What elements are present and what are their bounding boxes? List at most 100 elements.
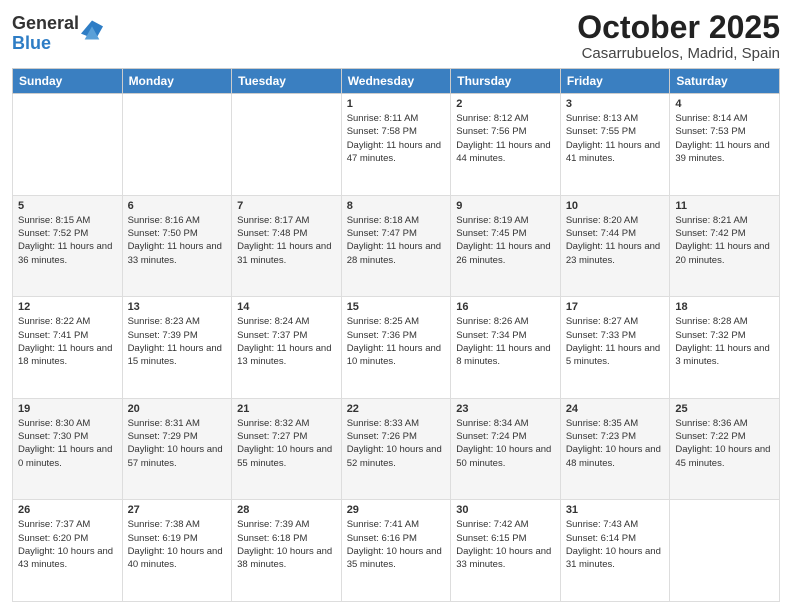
sunset-text: Sunset: 6:16 PM — [347, 533, 417, 544]
day-number: 30 — [456, 504, 555, 516]
sunrise-text: Sunrise: 8:19 AM — [456, 215, 528, 226]
day-cell: 1Sunrise: 8:11 AMSunset: 7:58 PMDaylight… — [341, 94, 451, 196]
day-info: Sunrise: 8:15 AMSunset: 7:52 PMDaylight:… — [18, 214, 117, 267]
day-number: 20 — [128, 403, 227, 415]
sunrise-text: Sunrise: 8:26 AM — [456, 316, 528, 327]
sunset-text: Sunset: 7:44 PM — [566, 228, 636, 239]
week-row-5: 26Sunrise: 7:37 AMSunset: 6:20 PMDayligh… — [13, 500, 780, 602]
day-info: Sunrise: 8:14 AM Sunset: 7:53 PM Daylight:… — [675, 112, 774, 165]
sunset-text: Sunset: 6:15 PM — [456, 533, 526, 544]
day-cell: 22Sunrise: 8:33 AMSunset: 7:26 PMDayligh… — [341, 398, 451, 500]
col-sunday: Sunday — [13, 69, 123, 94]
day-cell: 31Sunrise: 7:43 AMSunset: 6:14 PMDayligh… — [560, 500, 670, 602]
day-info: Sunrise: 8:32 AMSunset: 7:27 PMDaylight:… — [237, 417, 336, 470]
logo: General Blue — [12, 14, 103, 54]
day-number: 5 — [18, 200, 117, 212]
sunset-text: Sunset: 7:52 PM — [18, 228, 88, 239]
col-tuesday: Tuesday — [232, 69, 342, 94]
calendar-title: October 2025 — [577, 10, 780, 45]
daylight-text: Daylight: 11 hours and 23 minutes. — [566, 241, 660, 265]
col-friday: Friday — [560, 69, 670, 94]
sunset-text: Sunset: 7:27 PM — [237, 431, 307, 442]
day-cell: 13Sunrise: 8:23 AMSunset: 7:39 PMDayligh… — [122, 297, 232, 399]
sunrise-text: Sunrise: 8:14 AM — [675, 113, 747, 124]
day-cell: 2Sunrise: 8:12 AMSunset: 7:56 PMDaylight… — [451, 94, 561, 196]
day-cell: 24Sunrise: 8:35 AMSunset: 7:23 PMDayligh… — [560, 398, 670, 500]
day-cell: 3Sunrise: 8:13 AMSunset: 7:55 PMDaylight… — [560, 94, 670, 196]
day-number: 18 — [675, 301, 774, 313]
col-saturday: Saturday — [670, 69, 780, 94]
day-info: Sunrise: 8:17 AMSunset: 7:48 PMDaylight:… — [237, 214, 336, 267]
sunset-text: Sunset: 7:23 PM — [566, 431, 636, 442]
sunset-text: Sunset: 7:53 PM — [675, 126, 745, 137]
logo-blue: Blue — [12, 33, 51, 53]
sunrise-text: Sunrise: 8:22 AM — [18, 316, 90, 327]
week-row-2: 5 Sunrise: 8:15 AMSunset: 7:52 PMDaylight… — [13, 195, 780, 297]
day-cell — [13, 94, 123, 196]
sunrise-text: Sunrise: 8:34 AM — [456, 418, 528, 429]
day-cell: 7 Sunrise: 8:17 AMSunset: 7:48 PMDaylight… — [232, 195, 342, 297]
day-number: 13 — [128, 301, 227, 313]
day-number: 11 — [675, 200, 774, 212]
day-number: 17 — [566, 301, 665, 313]
daylight-text: Daylight: 11 hours and 15 minutes. — [128, 343, 222, 367]
sunrise-text: Sunrise: 8:16 AM — [128, 215, 200, 226]
calendar-table: Sunday Monday Tuesday Wednesday Thursday… — [12, 68, 780, 602]
daylight-text: Daylight: 11 hours and 8 minutes. — [456, 343, 550, 367]
sunset-text: Sunset: 7:41 PM — [18, 330, 88, 341]
sunset-text: Sunset: 7:37 PM — [237, 330, 307, 341]
daylight-text: Daylight: 10 hours and 52 minutes. — [347, 444, 442, 468]
day-info: Sunrise: 7:37 AMSunset: 6:20 PMDaylight:… — [18, 518, 117, 571]
day-cell — [232, 94, 342, 196]
sunrise-text: Sunrise: 8:30 AM — [18, 418, 90, 429]
logo-icon — [81, 19, 103, 41]
day-cell: 30Sunrise: 7:42 AMSunset: 6:15 PMDayligh… — [451, 500, 561, 602]
day-info: Sunrise: 7:43 AMSunset: 6:14 PMDaylight:… — [566, 518, 665, 571]
daylight-text: Daylight: 10 hours and 35 minutes. — [347, 546, 442, 570]
day-info: Sunrise: 8:25 AMSunset: 7:36 PMDaylight:… — [347, 315, 446, 368]
sunrise-text: Sunrise: 7:43 AM — [566, 519, 638, 530]
day-info: Sunrise: 8:31 AMSunset: 7:29 PMDaylight:… — [128, 417, 227, 470]
daylight-text: Daylight: 10 hours and 45 minutes. — [675, 444, 770, 468]
header: General Blue October 2025 Casarrubuelos,… — [12, 10, 780, 62]
sunrise-text: Sunrise: 8:33 AM — [347, 418, 419, 429]
day-cell: 27Sunrise: 7:38 AMSunset: 6:19 PMDayligh… — [122, 500, 232, 602]
sunset-text: Sunset: 7:32 PM — [675, 330, 745, 341]
sunrise-text: Sunrise: 8:32 AM — [237, 418, 309, 429]
day-info: Sunrise: 8:11 AMSunset: 7:58 PMDaylight:… — [347, 112, 446, 165]
day-info: Sunrise: 7:38 AMSunset: 6:19 PMDaylight:… — [128, 518, 227, 571]
calendar-subtitle: Casarrubuelos, Madrid, Spain — [577, 45, 780, 62]
daylight-text: Daylight: 11 hours and 39 minutes. — [675, 140, 769, 164]
col-wednesday: Wednesday — [341, 69, 451, 94]
sunset-text: Sunset: 6:19 PM — [128, 533, 198, 544]
sunset-text: Sunset: 6:14 PM — [566, 533, 636, 544]
day-cell: 8Sunrise: 8:18 AMSunset: 7:47 PMDaylight… — [341, 195, 451, 297]
day-info: Sunrise: 7:41 AM Sunset: 6:16 PM Daylight:… — [347, 518, 446, 571]
day-number: 6 — [128, 200, 227, 212]
weekday-row: Sunday Monday Tuesday Wednesday Thursday… — [13, 69, 780, 94]
sunrise-text: Sunrise: 8:28 AM — [675, 316, 747, 327]
sunrise-text: Sunrise: 8:11 AM — [347, 113, 419, 124]
day-number: 7 — [237, 200, 336, 212]
day-number: 23 — [456, 403, 555, 415]
day-cell — [122, 94, 232, 196]
day-cell: 20 Sunrise: 8:31 AMSunset: 7:29 PMDayligh… — [122, 398, 232, 500]
daylight-text: Daylight: 11 hours and 10 minutes. — [347, 343, 441, 367]
day-info: Sunrise: 8:33 AMSunset: 7:26 PMDaylight:… — [347, 417, 446, 470]
sunrise-text: Sunrise: 8:36 AM — [675, 418, 747, 429]
col-monday: Monday — [122, 69, 232, 94]
day-cell: 21Sunrise: 8:32 AMSunset: 7:27 PMDayligh… — [232, 398, 342, 500]
sunset-text: Sunset: 7:58 PM — [347, 126, 417, 137]
daylight-text: Daylight: 10 hours and 50 minutes. — [456, 444, 551, 468]
sunrise-text: Sunrise: 7:41 AM — [347, 519, 419, 530]
week-row-4: 19Sunrise: 8:30 AMSunset: 7:30 PMDayligh… — [13, 398, 780, 500]
sunrise-text: Sunrise: 8:17 AM — [237, 215, 309, 226]
sunrise-text: Sunrise: 8:23 AM — [128, 316, 200, 327]
daylight-text: Daylight: 10 hours and 43 minutes. — [18, 546, 113, 570]
day-number: 21 — [237, 403, 336, 415]
day-cell: 26Sunrise: 7:37 AMSunset: 6:20 PMDayligh… — [13, 500, 123, 602]
day-number: 14 — [237, 301, 336, 313]
day-number: 8 — [347, 200, 446, 212]
day-cell: 18Sunrise: 8:28 AMSunset: 7:32 PMDayligh… — [670, 297, 780, 399]
day-number: 24 — [566, 403, 665, 415]
